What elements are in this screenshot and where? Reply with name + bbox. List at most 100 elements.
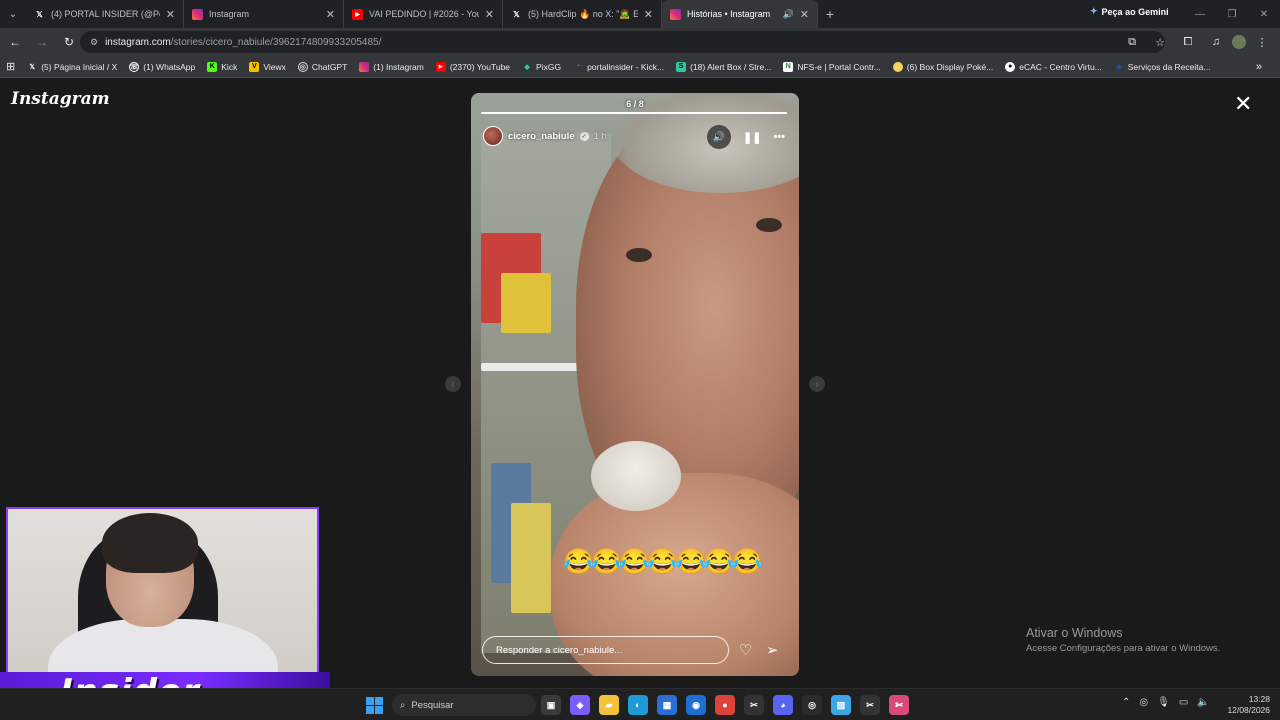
- tab-strip: ⌄ 𝕏 (4) PORTAL INSIDER (@Portal_In ✕ Ins…: [0, 0, 1280, 28]
- bookmark-star-icon[interactable]: ☆: [1148, 31, 1172, 53]
- watermark-title: Ativar o Windows: [1026, 626, 1123, 640]
- tab-2[interactable]: ▶ VAI PEDINDO | #2026 - YouTub ✕: [344, 0, 503, 28]
- avatar[interactable]: [483, 126, 503, 146]
- task-view-icon[interactable]: ▣: [541, 695, 561, 715]
- minimize-icon[interactable]: —: [1184, 0, 1216, 28]
- close-tab-icon[interactable]: ✕: [644, 8, 653, 21]
- reload-icon[interactable]: ↻: [57, 30, 81, 54]
- chatgpt-icon: ◎: [297, 61, 308, 72]
- pause-icon[interactable]: ❚❚: [743, 131, 761, 144]
- edge-icon[interactable]: ◐: [628, 695, 648, 715]
- bookmark-12[interactable]: ● eCAC - Centro Virtu...: [1005, 61, 1102, 72]
- close-tab-icon[interactable]: ✕: [485, 8, 494, 21]
- gemini-button[interactable]: ✦ Peça ao Gemini: [1090, 6, 1169, 17]
- display-icon[interactable]: ▭: [1179, 697, 1188, 708]
- speaker-icon[interactable]: 🔊: [783, 9, 794, 20]
- bookmark-5[interactable]: (1) Instagram: [359, 61, 424, 72]
- reply-input[interactable]: Responder a cicero_nabiule...: [482, 636, 729, 664]
- shelf-product: [501, 273, 551, 333]
- chrome-icon[interactable]: ●: [715, 695, 735, 715]
- capcut-icon[interactable]: ✂: [744, 695, 764, 715]
- story-progress-bar: [481, 112, 787, 114]
- sound-on-icon[interactable]: 🔊: [707, 125, 731, 149]
- close-icon[interactable]: ✕: [1234, 93, 1252, 115]
- bookmark-11[interactable]: (6) Box Display Poké...: [892, 61, 993, 72]
- maximize-icon[interactable]: ❐: [1216, 0, 1248, 28]
- instagram-icon: [359, 61, 370, 72]
- media-controls-icon[interactable]: ♫: [1204, 31, 1228, 53]
- instagram-icon: [670, 8, 681, 20]
- obs-icon[interactable]: ◎: [802, 695, 822, 715]
- story-eye: [626, 248, 652, 262]
- webcam-overlay: [6, 507, 319, 688]
- copilot-icon[interactable]: ◈: [570, 695, 590, 715]
- menu-icon[interactable]: ⋮: [1250, 31, 1274, 53]
- tab-3[interactable]: 𝕏 (5) HardClip 🔥 no X: "🧟 ENTE ✕: [503, 0, 662, 28]
- tray-overflow-icon[interactable]: ⌃: [1122, 697, 1130, 708]
- bookmark-1[interactable]: ☏ (1) WhatsApp: [129, 61, 195, 72]
- bookmark-8[interactable]: ◔ portalinsider - Kick...: [573, 62, 664, 72]
- store-icon[interactable]: ▦: [657, 695, 677, 715]
- bookmark-label: NFS-e | Portal Contr...: [797, 61, 881, 72]
- windows-taskbar: ⌕ Pesquisar ▣ ◈ ▰ ◐ ▦ ◉ ● ✂ ◕ ◎ ▨ ✂ ✄ ⌃ ◎ 🎙 ▭ 🔈 13:2…: [0, 688, 1280, 720]
- bookmark-label: Serviços da Receita...: [1127, 61, 1211, 72]
- bookmarks-overflow-icon[interactable]: »: [1256, 61, 1262, 73]
- capcut-2-icon[interactable]: ✂: [860, 695, 880, 715]
- bookmark-7[interactable]: ◆ PixGG: [522, 62, 561, 72]
- taskbar-search-placeholder: Pesquisar: [411, 699, 454, 711]
- previous-story-icon[interactable]: ‹: [445, 376, 461, 392]
- youtube-icon: ▶: [435, 61, 446, 72]
- site-info-icon[interactable]: ⚙: [90, 37, 98, 48]
- streamlabs-icon: S: [676, 61, 687, 72]
- bookmark-2[interactable]: K Kick: [207, 61, 237, 72]
- next-story-icon[interactable]: ›: [809, 376, 825, 392]
- close-window-icon[interactable]: ✕: [1248, 0, 1280, 28]
- clock-date: 12/08/2026: [1227, 705, 1270, 715]
- tab-title: Histórias • Instagram: [687, 9, 771, 19]
- taskbar-search[interactable]: ⌕ Pesquisar: [392, 694, 536, 716]
- bookmark-9[interactable]: S (18) Alert Box / Stre...: [676, 61, 771, 72]
- send-icon[interactable]: ➢: [766, 641, 779, 659]
- story-card[interactable]: 6 / 8 cicero_nabiule ✓ 1 h 🔊 ❚❚ ••• 😂😂😂😂…: [471, 93, 799, 676]
- heart-icon[interactable]: ♡: [739, 641, 752, 659]
- taskbar-clock[interactable]: 13:28 12/08/2026: [1224, 694, 1270, 716]
- navigation-bar: ← → ↻ ⚙ instagram.com /stories/cicero_na…: [0, 28, 1280, 56]
- new-tab-button[interactable]: +: [818, 6, 842, 22]
- tab-1[interactable]: Instagram ✕: [184, 0, 344, 28]
- microphone-icon[interactable]: 🎙: [1157, 697, 1170, 708]
- install-app-icon[interactable]: ⧉: [1120, 31, 1144, 53]
- bookmark-0[interactable]: 𝕏 (5) Página Inicial / X: [27, 62, 117, 72]
- story-progress-fill: [481, 112, 787, 114]
- outlook-icon[interactable]: ◉: [686, 695, 706, 715]
- extensions-icon[interactable]: ⧠: [1176, 31, 1200, 53]
- snipping-tool-icon[interactable]: ✄: [889, 695, 909, 715]
- windows-start-icon[interactable]: [366, 697, 383, 714]
- bookmark-13[interactable]: ◆ Serviços da Receita...: [1114, 61, 1211, 72]
- network-tray-icon[interactable]: ◎: [1139, 697, 1148, 708]
- bookmark-6[interactable]: ▶ (2370) YouTube: [435, 61, 510, 72]
- file-explorer-icon[interactable]: ▰: [599, 695, 619, 715]
- close-tab-icon[interactable]: ✕: [326, 8, 335, 21]
- back-icon[interactable]: ←: [3, 30, 27, 54]
- volume-icon[interactable]: 🔈: [1197, 697, 1209, 708]
- discord-icon[interactable]: ◕: [773, 695, 793, 715]
- more-options-icon[interactable]: •••: [773, 131, 785, 143]
- forward-icon[interactable]: →: [30, 30, 54, 54]
- close-tab-icon[interactable]: ✕: [800, 8, 809, 21]
- story-username[interactable]: cicero_nabiule: [508, 131, 575, 142]
- bookmark-label: portalinsider - Kick...: [587, 61, 665, 72]
- address-bar[interactable]: ⚙ instagram.com /stories/cicero_nabiule/…: [80, 31, 1165, 53]
- tab-4-active[interactable]: Histórias • Instagram 🔊 ✕: [662, 0, 818, 28]
- bookmark-4[interactable]: ◎ ChatGPT: [297, 61, 347, 72]
- clock-time: 13:28: [1248, 694, 1270, 704]
- photos-icon[interactable]: ▨: [831, 695, 851, 715]
- profile-avatar[interactable]: [1232, 35, 1246, 49]
- tab-search-chevron-icon[interactable]: ⌄: [0, 0, 26, 28]
- apps-grid-icon[interactable]: ⊞: [6, 60, 15, 73]
- close-tab-icon[interactable]: ✕: [166, 8, 175, 21]
- pixgg-icon: ◆: [524, 63, 530, 71]
- bookmark-3[interactable]: V Viewx: [249, 61, 286, 72]
- tab-0[interactable]: 𝕏 (4) PORTAL INSIDER (@Portal_In ✕: [26, 0, 184, 28]
- instagram-logo[interactable]: Instagram: [11, 89, 110, 109]
- bookmark-10[interactable]: N NFS-e | Portal Contr...: [783, 61, 881, 72]
